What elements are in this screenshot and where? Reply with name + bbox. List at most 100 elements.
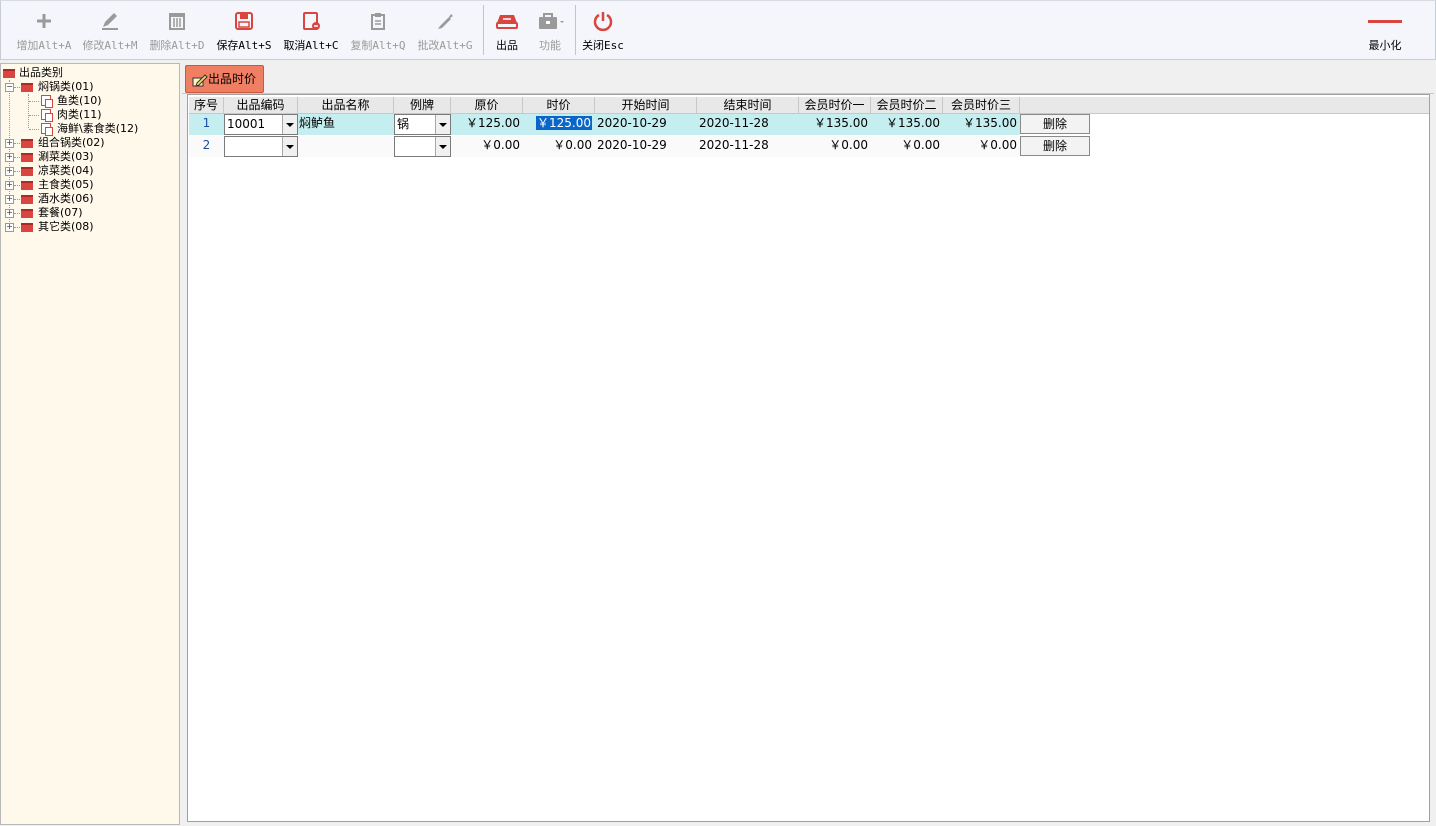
clipboard-icon — [345, 9, 411, 33]
cell-member-price-3[interactable]: ￥0.00 — [943, 136, 1020, 157]
folder-icon — [21, 83, 33, 92]
function-button[interactable]: 功能 — [529, 1, 571, 59]
add-button[interactable]: 增加Alt+A — [9, 1, 79, 59]
col-header-name[interactable]: 出品名称 — [298, 97, 394, 114]
tab-dish-market-price[interactable]: 出品时价 — [185, 65, 264, 93]
tree-line — [14, 87, 20, 88]
tree-item-braised-pot[interactable]: − 焖锅类(01) — [1, 80, 171, 94]
expand-icon: + — [5, 138, 14, 148]
tree-item-label: 海鲜\素食类(12) — [57, 122, 139, 135]
cell-name[interactable]: 焖鲈鱼 — [298, 114, 394, 135]
col-header-member-price-3[interactable]: 会员时价三 — [943, 97, 1020, 114]
delete-row-button[interactable]: 删除 — [1020, 136, 1090, 156]
cell-market-price[interactable]: ￥0.00 — [523, 136, 595, 157]
document-icon — [41, 95, 53, 108]
document-icon — [41, 109, 53, 122]
cell-member-price-2[interactable]: ￥0.00 — [871, 136, 943, 157]
expand-icon: + — [5, 208, 14, 218]
tree-line — [29, 115, 39, 116]
tree-item-hotpot-dishes[interactable]: + 涮菜类(03) — [1, 150, 171, 164]
tree-item-staple-food[interactable]: + 主食类(05) — [1, 178, 171, 192]
edit-label: 修改Alt+M — [82, 39, 138, 52]
expand-icon: + — [5, 180, 14, 190]
cell-orig-price[interactable]: ￥125.00 — [451, 114, 523, 135]
cancel-doc-icon — [278, 9, 344, 33]
cell-member-price-2[interactable]: ￥135.00 — [871, 114, 943, 135]
save-button[interactable]: 保存Alt+S — [211, 1, 277, 59]
tree-item-combo-pot[interactable]: + 组合锅类(02) — [1, 136, 171, 150]
delete-row-button[interactable]: 删除 — [1020, 114, 1090, 134]
chevron-down-icon[interactable] — [282, 115, 297, 134]
tree-root-label: 出品类别 — [19, 66, 63, 79]
col-header-code[interactable]: 出品编码 — [224, 97, 298, 114]
folder-icon — [21, 223, 33, 232]
col-header-seq[interactable]: 序号 — [189, 97, 224, 114]
tab-bar: 出品时价 — [182, 63, 1434, 94]
batch-edit-button[interactable]: 批改Alt+G — [412, 1, 478, 59]
tree-item-label: 肉类(11) — [57, 108, 102, 121]
cell-start-time[interactable]: 2020-10-29 — [595, 114, 697, 135]
tree-item-fish[interactable]: 鱼类(10) — [1, 94, 171, 108]
cell-end-time[interactable]: 2020-11-28 — [697, 136, 799, 157]
cell-member-price-1[interactable]: ￥0.00 — [799, 136, 871, 157]
code-value: 10001 — [227, 117, 266, 131]
code-combo[interactable]: 10001 — [224, 114, 298, 135]
tree-line — [14, 171, 20, 172]
col-header-market-price[interactable]: 时价 — [523, 97, 595, 114]
size-combo[interactable] — [394, 136, 451, 157]
category-tree: 出品类别 − 焖锅类(01) 鱼类(10) 肉类(11) 海鲜\素食类(12) … — [0, 63, 180, 825]
folder-icon — [21, 181, 33, 190]
tree-root[interactable]: 出品类别 — [3, 66, 153, 80]
cell-seq: 1 — [189, 114, 224, 135]
expand-icon: + — [5, 166, 14, 176]
col-header-start-time[interactable]: 开始时间 — [595, 97, 697, 114]
plus-icon — [9, 9, 79, 33]
tree-item-meat[interactable]: 肉类(11) — [1, 108, 171, 122]
edit-button[interactable]: 修改Alt+M — [77, 1, 143, 59]
col-header-member-price-1[interactable]: 会员时价一 — [799, 97, 871, 114]
cell-end-time[interactable]: 2020-11-28 — [697, 114, 799, 135]
tree-item-label: 其它类(08) — [38, 220, 94, 233]
tree-line — [14, 199, 20, 200]
cell-market-price[interactable]: ￥125.00 — [523, 114, 595, 135]
tree-item-label: 主食类(05) — [38, 178, 94, 191]
tree-item-drinks[interactable]: + 酒水类(06) — [1, 192, 171, 206]
cell-member-price-3[interactable]: ￥135.00 — [943, 114, 1020, 135]
folder-icon — [21, 209, 33, 218]
cell-start-time[interactable]: 2020-10-29 — [595, 136, 697, 157]
folder-icon — [21, 167, 33, 176]
delete-button[interactable]: 删除Alt+D — [144, 1, 210, 59]
tree-item-label: 凉菜类(04) — [38, 164, 94, 177]
document-icon — [41, 123, 53, 136]
cancel-button[interactable]: 取消Alt+C — [278, 1, 344, 59]
cell-name[interactable] — [298, 136, 394, 157]
minimize-button[interactable]: 最小化 — [1359, 1, 1411, 59]
chevron-down-icon[interactable] — [435, 137, 450, 156]
col-header-member-price-2[interactable]: 会员时价二 — [871, 97, 943, 114]
col-header-end-time[interactable]: 结束时间 — [697, 97, 799, 114]
dish-button[interactable]: 出品 — [487, 1, 527, 59]
market-price-selected[interactable]: ￥125.00 — [536, 116, 592, 130]
cell-member-price-1[interactable]: ￥135.00 — [799, 114, 871, 135]
tree-line — [14, 143, 20, 144]
cancel-label: 取消Alt+C — [283, 39, 339, 52]
cell-orig-price[interactable]: ￥0.00 — [451, 136, 523, 157]
tree-item-others[interactable]: + 其它类(08) — [1, 220, 171, 234]
tree-line — [14, 157, 20, 158]
tree-item-cold-dishes[interactable]: + 凉菜类(04) — [1, 164, 171, 178]
close-button[interactable]: 关闭Esc — [579, 1, 627, 59]
tree-line — [14, 185, 20, 186]
tree-line — [14, 227, 20, 228]
chevron-down-icon[interactable] — [282, 137, 297, 156]
col-header-orig-price[interactable]: 原价 — [451, 97, 523, 114]
floppy-disk-icon — [211, 9, 277, 33]
tree-item-seafood-vegetarian[interactable]: 海鲜\素食类(12) — [1, 122, 179, 136]
code-combo[interactable] — [224, 136, 298, 157]
add-label: 增加Alt+A — [16, 39, 72, 52]
tree-line — [29, 101, 39, 102]
col-header-size[interactable]: 例牌 — [394, 97, 451, 114]
size-combo[interactable]: 锅 — [394, 114, 451, 135]
copy-button[interactable]: 复制Alt+Q — [345, 1, 411, 59]
tree-item-set-meal[interactable]: + 套餐(07) — [1, 206, 171, 220]
chevron-down-icon[interactable] — [435, 115, 450, 134]
